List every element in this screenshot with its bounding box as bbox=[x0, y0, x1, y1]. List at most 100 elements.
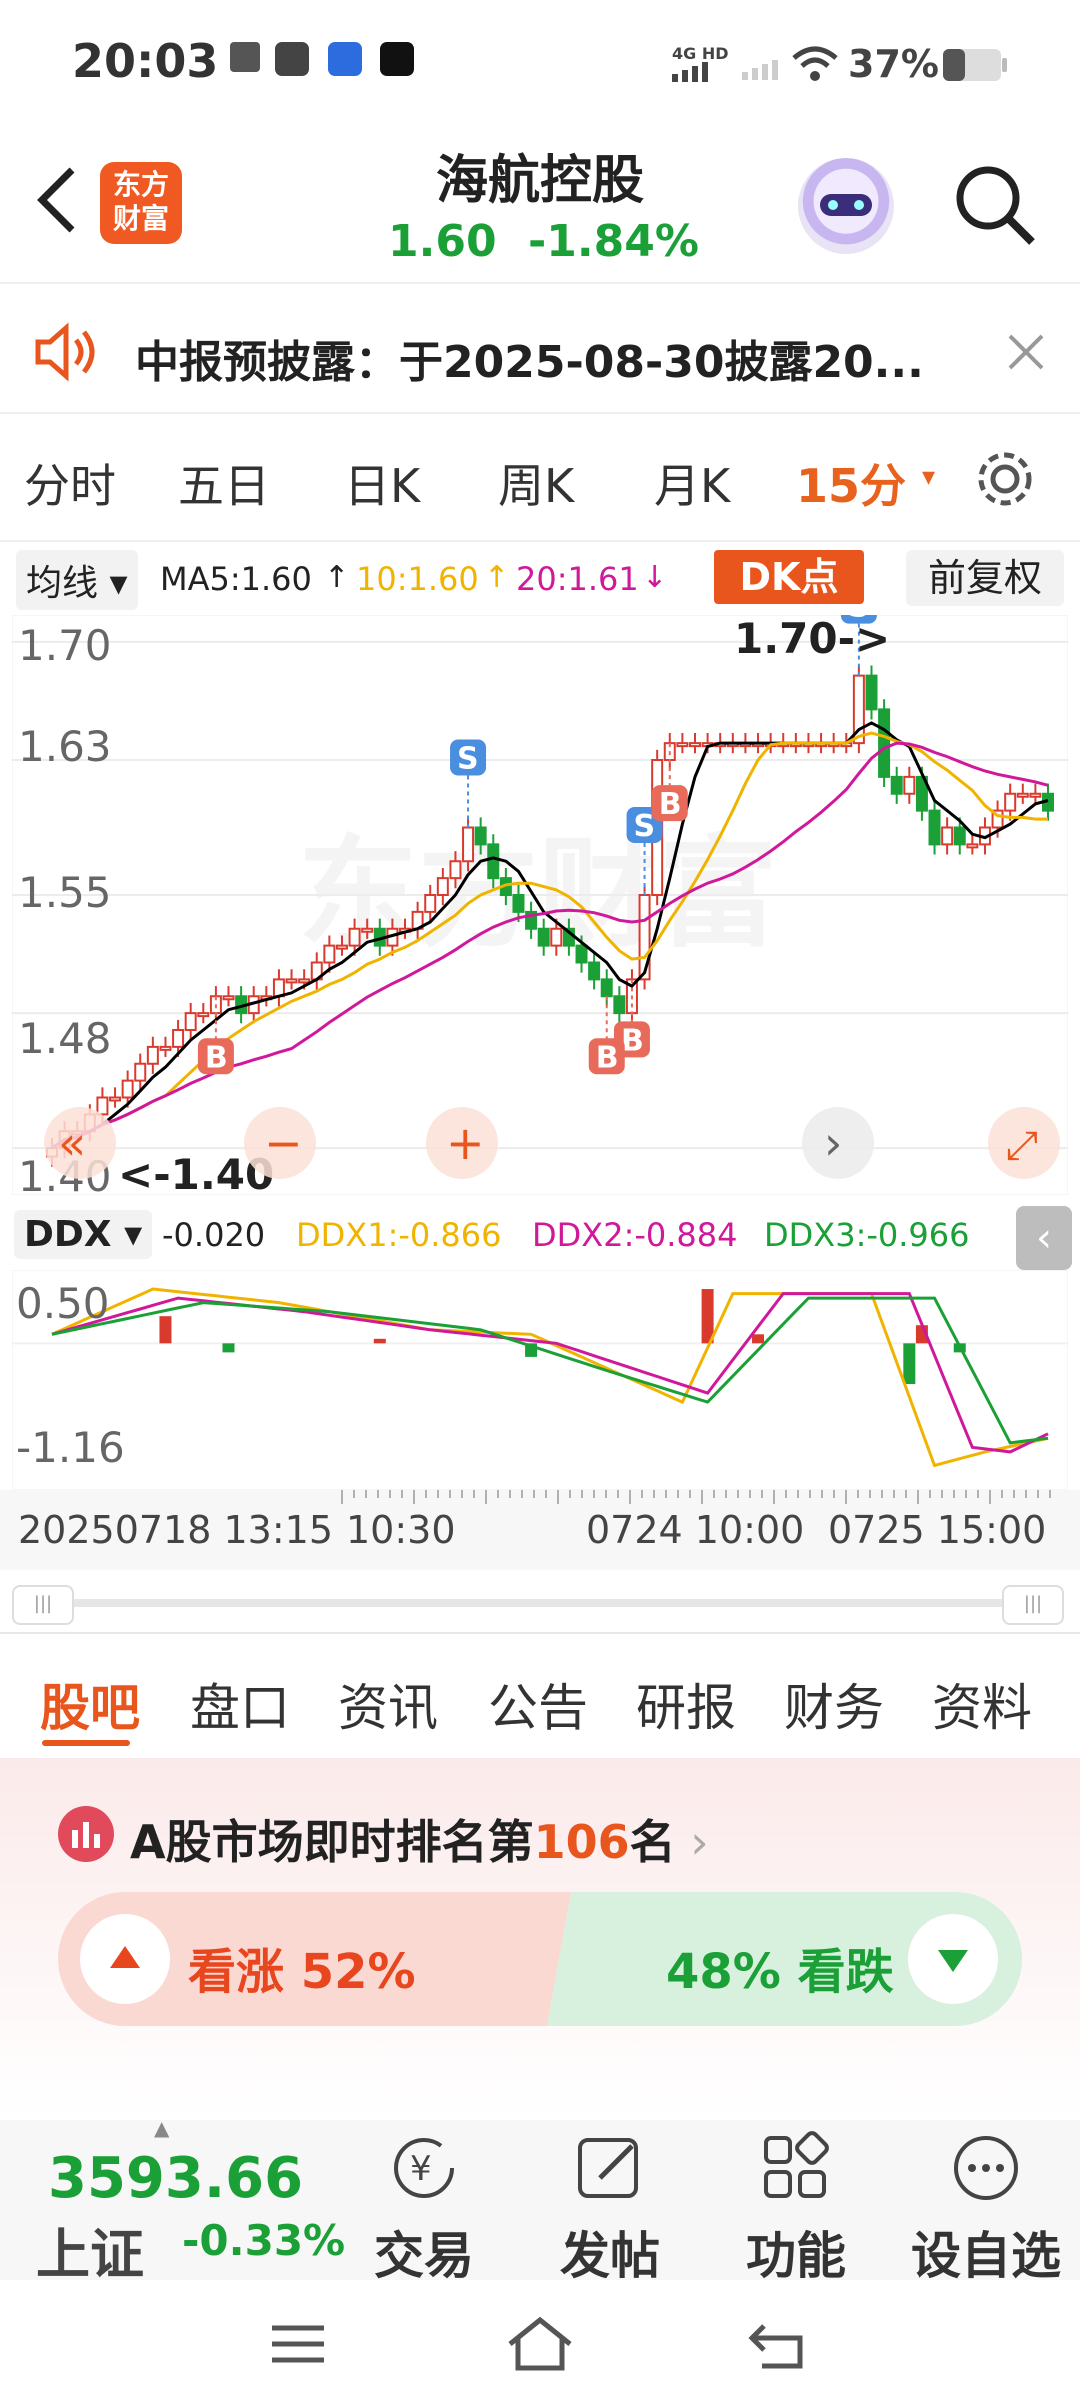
candle-body bbox=[436, 877, 449, 896]
rank-chart-icon bbox=[58, 1806, 114, 1862]
bullish-button[interactable] bbox=[80, 1914, 170, 2004]
close-icon[interactable] bbox=[1006, 332, 1046, 372]
back-icon[interactable] bbox=[28, 160, 88, 240]
ddx-y-tick: -1.16 bbox=[16, 1423, 125, 1472]
bullish-label[interactable]: 看涨 52% bbox=[188, 1932, 416, 2002]
ma20-arrow: ↓ bbox=[642, 560, 668, 595]
stock-change: -1.84% bbox=[528, 216, 699, 267]
candle-body bbox=[878, 708, 891, 778]
compose-icon[interactable] bbox=[570, 2128, 650, 2208]
kline-chart[interactable]: 东方财富 BSSBBBS 1.70 1.63 1.55 1.48 1.40 1.… bbox=[12, 615, 1068, 1195]
rewind-icon: « bbox=[58, 1116, 86, 1170]
collapse-indicator-button[interactable]: ‹ bbox=[1016, 1206, 1072, 1270]
index-value[interactable]: 3593.66 bbox=[48, 2146, 303, 2211]
candle-body bbox=[588, 961, 601, 981]
minus-icon: − bbox=[264, 1116, 303, 1170]
dk-point-button[interactable]: DK点 bbox=[714, 550, 864, 604]
chevron-right-icon: › bbox=[824, 1116, 842, 1170]
signal-label: B bbox=[596, 1040, 619, 1075]
menu-icon[interactable] bbox=[268, 2320, 328, 2370]
index-change[interactable]: -0.33% bbox=[182, 2216, 345, 2265]
apps-grid-icon[interactable] bbox=[756, 2128, 836, 2208]
tab-day-k[interactable]: 日K bbox=[344, 450, 420, 516]
back-nav-icon[interactable] bbox=[746, 2318, 812, 2372]
time-ticks bbox=[341, 1490, 1051, 1504]
eastmoney-logo: 东方 财富 bbox=[100, 162, 182, 244]
ddx-selector[interactable]: DDX ▾ bbox=[14, 1210, 153, 1259]
candle-body bbox=[1029, 792, 1042, 798]
bearish-button[interactable] bbox=[908, 1914, 998, 2004]
candle-body bbox=[146, 1045, 159, 1065]
scroll-handle-right[interactable]: ||| bbox=[1002, 1585, 1064, 1625]
ma5-arrow: ↑ bbox=[324, 560, 350, 595]
adjust-button[interactable]: 前复权 bbox=[906, 550, 1064, 606]
candle-body bbox=[537, 927, 550, 947]
ddx-bar bbox=[752, 1334, 765, 1344]
ddx-chart[interactable]: 0.50 -1.16 bbox=[12, 1270, 1068, 1490]
candle-body bbox=[890, 775, 903, 795]
tab-news[interactable]: 资讯 bbox=[338, 1668, 438, 1740]
divider bbox=[0, 1632, 1080, 1634]
chevron-down-icon[interactable]: ▾ bbox=[922, 462, 935, 492]
plus-icon: + bbox=[446, 1116, 485, 1170]
nav-functions[interactable]: 功能 bbox=[716, 2216, 876, 2288]
more-dots-icon[interactable] bbox=[946, 2128, 1026, 2208]
x-label-partial: 10:30 bbox=[346, 1508, 456, 1552]
high-annotation: 1.70-> bbox=[734, 615, 890, 663]
scroll-handle-left[interactable]: ||| bbox=[12, 1585, 74, 1625]
nav-trade[interactable]: 交易 bbox=[344, 2216, 504, 2288]
tab-research[interactable]: 研报 bbox=[636, 1668, 736, 1740]
clock: 20:03 bbox=[72, 34, 219, 88]
index-name[interactable]: 上证 bbox=[36, 2210, 144, 2289]
bearish-label[interactable]: 48% 看跌 bbox=[666, 1932, 894, 2002]
tab-finance[interactable]: 财务 bbox=[784, 1668, 884, 1740]
nav-add-watchlist[interactable]: 设自选 bbox=[906, 2216, 1066, 2288]
tiktok-icon bbox=[380, 42, 414, 76]
tab-five-day[interactable]: 五日 bbox=[178, 450, 270, 516]
tab-week-k[interactable]: 周K bbox=[498, 450, 574, 516]
stock-name: 海航控股 bbox=[435, 151, 644, 211]
divider bbox=[0, 540, 1080, 542]
battery-icon bbox=[943, 49, 1007, 81]
x-label-end: 0725 15:00 bbox=[828, 1508, 1047, 1552]
tab-fenshi[interactable]: 分时 bbox=[24, 450, 116, 516]
tab-15min[interactable]: 15分 bbox=[796, 450, 906, 516]
candle-body bbox=[449, 860, 462, 880]
y-tick: 1.55 bbox=[18, 868, 112, 917]
ddx-bar bbox=[373, 1338, 386, 1344]
y-tick: 1.70 bbox=[18, 621, 112, 670]
market-rank[interactable]: A股市场即时排名第106名 › bbox=[130, 1806, 709, 1872]
caret-up-icon: ▲ bbox=[154, 2116, 170, 2140]
signal-label: B bbox=[205, 1040, 228, 1075]
signal-label: S bbox=[457, 742, 479, 777]
candle-body bbox=[109, 1096, 122, 1102]
home-icon[interactable] bbox=[504, 2314, 576, 2374]
ma-selector[interactable]: 均线 ▾ bbox=[16, 550, 138, 610]
ma10-arrow: ↑ bbox=[484, 560, 510, 595]
gear-icon[interactable] bbox=[972, 446, 1038, 512]
chart-scrollbar[interactable]: ||| ||| bbox=[12, 1585, 1064, 1625]
tab-month-k[interactable]: 月K bbox=[654, 450, 730, 516]
candle-body bbox=[1016, 792, 1029, 798]
candle-body bbox=[335, 944, 348, 950]
candle-body bbox=[298, 978, 311, 984]
svg-text:¥: ¥ bbox=[410, 2149, 432, 2189]
candle-body bbox=[285, 978, 298, 984]
nav-post[interactable]: 发帖 bbox=[530, 2216, 690, 2288]
search-icon[interactable] bbox=[950, 160, 1040, 250]
wifi-icon bbox=[792, 46, 838, 81]
tab-announcements[interactable]: 公告 bbox=[488, 1668, 588, 1740]
tab-pankou[interactable]: 盘口 bbox=[190, 1668, 290, 1740]
ddx1-label: DDX1:-0.866 bbox=[296, 1216, 502, 1254]
tab-guba[interactable]: 股吧 bbox=[40, 1668, 140, 1740]
x-label-mid: 0724 10:00 bbox=[586, 1508, 805, 1552]
speaker-icon bbox=[35, 322, 95, 382]
ddx2-label: DDX2:-0.884 bbox=[532, 1216, 738, 1254]
tab-profile[interactable]: 资料 bbox=[932, 1668, 1032, 1740]
assistant-robot-icon[interactable] bbox=[798, 158, 894, 254]
notice-text[interactable]: 中报预披露：于2025-08-30披露20... bbox=[135, 326, 924, 390]
divider bbox=[0, 282, 1080, 284]
trade-yen-icon[interactable]: ¥ bbox=[384, 2128, 464, 2208]
candle-body bbox=[688, 742, 701, 748]
y-tick: 1.48 bbox=[18, 1014, 112, 1063]
